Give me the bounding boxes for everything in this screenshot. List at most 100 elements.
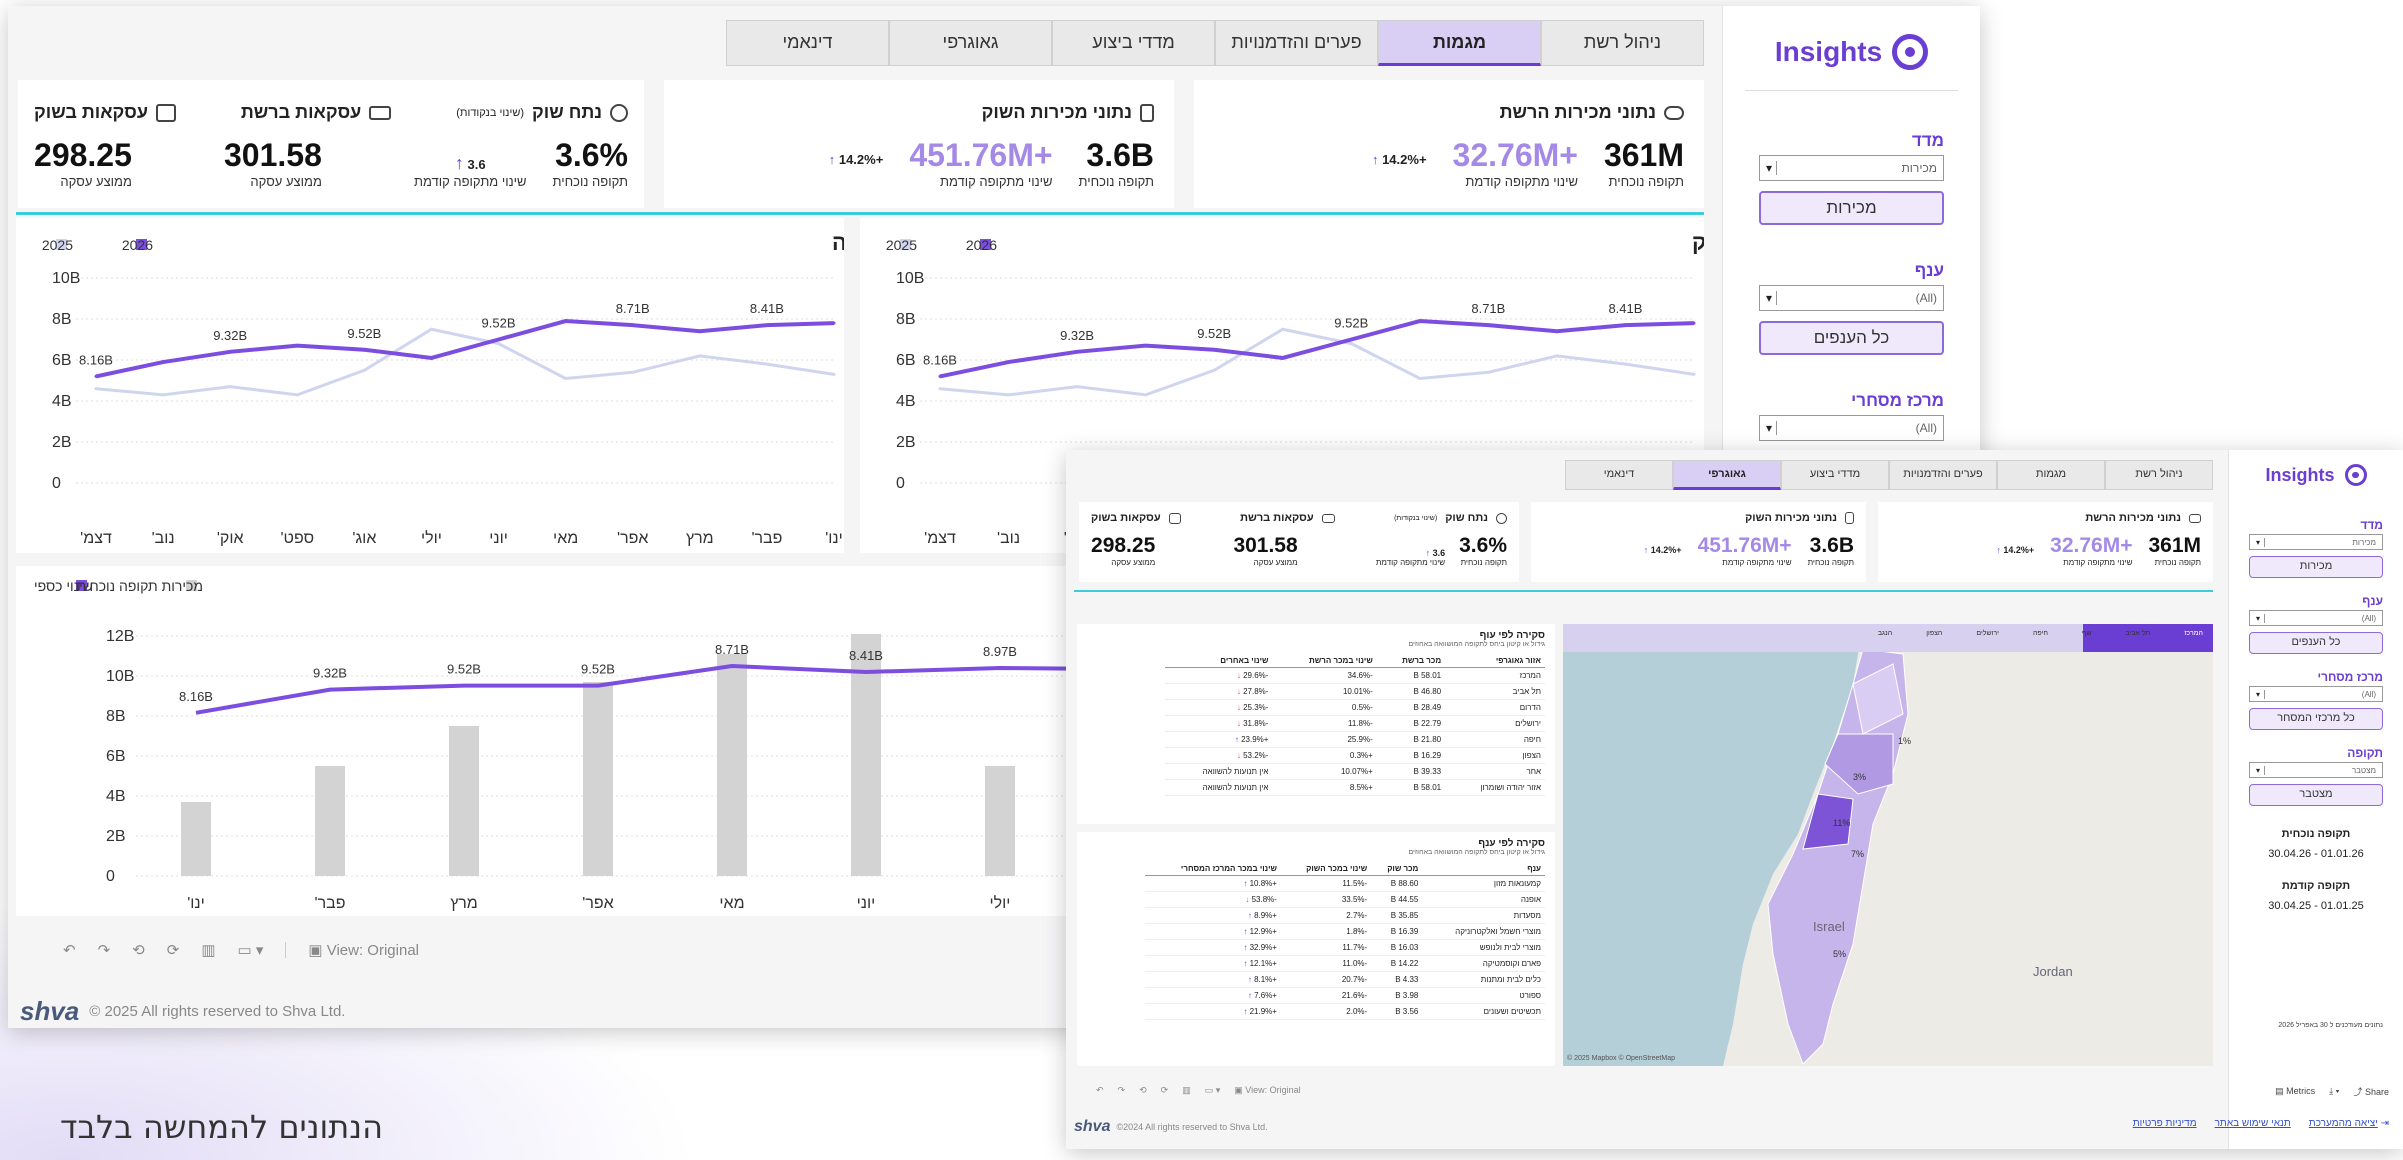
tab-2[interactable]: פערים והזדמנויות bbox=[1889, 460, 1997, 490]
branch-select-2[interactable]: (All) ▾ bbox=[2249, 610, 2383, 626]
table-row[interactable]: כלים לבית ומתנות 4.33 B -20.7% +8.1% ↑ bbox=[1145, 971, 1545, 988]
coins-icon bbox=[2189, 513, 2201, 523]
y-tick-label: 8B bbox=[896, 311, 916, 328]
cell-text: -21.6% bbox=[1341, 991, 1368, 1000]
arrow-up-icon: ↑ bbox=[828, 152, 836, 167]
tab-3[interactable]: מדדי ביצוע bbox=[1052, 20, 1215, 66]
table-row[interactable]: תכשיטים ושעונים 3.56 B -2.0% +21.9% ↑ bbox=[1145, 1003, 1545, 1020]
table-row[interactable]: אופנה 44.55 B -33.5% -53.8% ↓ bbox=[1145, 891, 1545, 908]
table-row[interactable]: פארם וקוסמטיקה 14.22 B -11.0% +12.1% ↑ bbox=[1145, 955, 1545, 972]
x-tick-label: פבר' bbox=[751, 530, 782, 547]
redo-icon[interactable]: ↷ bbox=[1118, 1085, 1126, 1096]
revert-icon[interactable]: ⟲ bbox=[1139, 1085, 1147, 1096]
tab-0[interactable]: ניהול רשת bbox=[1541, 20, 1704, 66]
pause-icon[interactable]: ▥ bbox=[1182, 1085, 1191, 1096]
period-select[interactable]: מצטבר ▾ bbox=[2249, 762, 2383, 778]
logout-link[interactable]: ⇥ יציאה מהמערכת bbox=[2309, 1118, 2389, 1129]
map-label: 7% bbox=[1851, 849, 1865, 859]
period-button[interactable]: מצטבר bbox=[2249, 784, 2383, 806]
map-region-tab[interactable]: ירושלים bbox=[1976, 630, 1999, 637]
table-cell: -27.8% ↓ bbox=[1165, 683, 1273, 700]
table-row[interactable]: קמעונאות מזון 88.60 B -11.5% +10.8% ↑ bbox=[1145, 875, 1545, 892]
undo-icon[interactable]: ↶ bbox=[1096, 1085, 1104, 1096]
device-icon[interactable]: ▭ ▾ bbox=[238, 941, 264, 959]
table-row[interactable]: המרכז 58.01 B -34.6% -29.6% ↓ bbox=[1165, 667, 1545, 684]
kpi-deals-title-2: עסקאות ברשת bbox=[1240, 512, 1335, 524]
center-button-2[interactable]: כל מרכזי המסחר bbox=[2249, 708, 2383, 730]
table-row[interactable]: אזור יהודה ושומרון 58.01 B +8.5% אין תנועות… bbox=[1165, 779, 1545, 796]
map-region-tab[interactable]: תל אביב bbox=[2125, 630, 2150, 637]
series-line-2026 bbox=[95, 319, 835, 379]
branch-button[interactable]: כל הענפים bbox=[1759, 321, 1944, 355]
metric-select[interactable]: מכירות ▾ bbox=[1759, 155, 1944, 181]
legend-label: 2025 bbox=[42, 237, 73, 253]
metrics-button[interactable]: ▤ Metrics bbox=[2275, 1086, 2315, 1097]
tab-0[interactable]: ניהול רשת bbox=[2105, 460, 2213, 490]
map-region-tab[interactable]: המרכז bbox=[2184, 630, 2203, 637]
shopping-bag-icon bbox=[1140, 103, 1154, 122]
data-point bbox=[1623, 362, 1627, 366]
cell-text: +12.9% bbox=[1249, 927, 1277, 936]
tab-1[interactable]: מגמות bbox=[1378, 20, 1541, 66]
x-tick-label: אוג' bbox=[352, 530, 376, 547]
tab-5[interactable]: דינאמי bbox=[726, 20, 889, 66]
map-tab-active[interactable] bbox=[2083, 624, 2213, 652]
footer-copyright: © 2025 All rights reserved to Shva Ltd. bbox=[89, 1003, 346, 1020]
cell-text: +23.9% bbox=[1241, 735, 1269, 744]
device-icon[interactable]: ▭ ▾ bbox=[1205, 1085, 1221, 1096]
tab-2[interactable]: פערים והזדמנויות bbox=[1215, 20, 1378, 66]
privacy-link[interactable]: מדיניות פרטיות bbox=[2133, 1118, 2197, 1129]
metric-select-2[interactable]: מכירות ▾ bbox=[2249, 534, 2383, 550]
kpi-market-pct: +14.2% ↑ bbox=[829, 152, 884, 189]
branch-button-2[interactable]: כל הענפים bbox=[2249, 632, 2383, 654]
table-row[interactable]: מוצרי לבית ולנופש 16.03 B -11.7% +32.9% ↑ bbox=[1145, 939, 1545, 956]
table-row[interactable]: אחר 39.33 B +10.07% אין תנועות להשוואה bbox=[1165, 763, 1545, 780]
footer: shva © 2025 All rights reserved to Shva … bbox=[20, 996, 345, 1027]
table-row[interactable]: ירושלים 22.79 B -11.8% -31.8% ↓ bbox=[1165, 715, 1545, 732]
metric-button-2[interactable]: מכירות bbox=[2249, 556, 2383, 578]
table-row[interactable]: ספורט 3.98 B -21.6% +7.6% ↑ bbox=[1145, 987, 1545, 1004]
pause-icon[interactable]: ▥ bbox=[201, 941, 215, 959]
data-point bbox=[1212, 368, 1216, 372]
data-label: 8.41B bbox=[750, 301, 784, 316]
refresh-icon[interactable]: ⟳ bbox=[1161, 1085, 1169, 1096]
terms-link[interactable]: תנאי שימוש באתר bbox=[2215, 1118, 2291, 1129]
x-tick-label: אפר' bbox=[582, 895, 613, 912]
metric-button[interactable]: מכירות bbox=[1759, 191, 1944, 225]
map-region-tab[interactable]: הצפון bbox=[1926, 630, 1942, 637]
tab-5[interactable]: דינאמי bbox=[1565, 460, 1673, 490]
table-cell: +23.9% ↑ bbox=[1165, 731, 1273, 748]
map-region-tab[interactable]: חיפה bbox=[2033, 630, 2048, 637]
download-button[interactable]: ⤓ ▾ bbox=[2329, 1086, 2339, 1097]
branch-select[interactable]: (All) ▾ bbox=[1759, 285, 1944, 311]
table-row[interactable]: מסעדות 35.85 B -2.7% +8.9% ↑ bbox=[1145, 907, 1545, 924]
center-select[interactable]: (All) ▾ bbox=[1759, 415, 1944, 441]
table-cell: תל אביב bbox=[1445, 683, 1545, 700]
view-original-button-2[interactable]: ▣ View: Original bbox=[1234, 1085, 1300, 1096]
redo-icon[interactable]: ↷ bbox=[98, 941, 111, 959]
table-row[interactable]: חיפה 21.80 B -25.9% +23.9% ↑ bbox=[1165, 731, 1545, 748]
data-label: 8.16B bbox=[79, 352, 113, 367]
map-region-tab[interactable]: הנגב bbox=[1878, 630, 1892, 637]
table-row[interactable]: מוצרי חשמל ואלקטרוניקה 16.39 B -1.8% +12.9%… bbox=[1145, 923, 1545, 940]
tab-4[interactable]: גאוגרפי bbox=[1673, 460, 1781, 490]
arrow-up-icon: ↑ bbox=[1371, 152, 1379, 167]
table-row[interactable]: תל אביב 46.80 B -10.01% -27.8% ↓ bbox=[1165, 683, 1545, 700]
y-tick-label: 6B bbox=[106, 748, 126, 765]
table-row[interactable]: הדרום 28.49 B -0.5% -25.3% ↓ bbox=[1165, 699, 1545, 716]
revert-icon[interactable]: ⟲ bbox=[132, 941, 145, 959]
table-row[interactable]: הצפון 16.29 B +0.3% -53.2% ↓ bbox=[1165, 747, 1545, 764]
view-original-button[interactable]: ▣ View: Original bbox=[308, 941, 419, 959]
y-tick-label: 4B bbox=[106, 788, 126, 805]
undo-icon[interactable]: ↶ bbox=[63, 941, 76, 959]
refresh-icon[interactable]: ⟳ bbox=[167, 941, 180, 959]
share-button[interactable]: ⤴ Share bbox=[2353, 1085, 2389, 1098]
data-point bbox=[1692, 372, 1696, 376]
tab-4[interactable]: גאוגרפי bbox=[889, 20, 1052, 66]
center-select-2[interactable]: (All) ▾ bbox=[2249, 686, 2383, 702]
israel-map[interactable]: Israel Jordan 1% 3% 11% 7% 5% © 2025 Mapbox © … bbox=[1563, 624, 2213, 1066]
brand-logo: Insights bbox=[1723, 34, 1980, 70]
map-region-tab[interactable]: שף bbox=[2082, 630, 2091, 637]
tab-3[interactable]: מדדי ביצוע bbox=[1781, 460, 1889, 490]
tab-1[interactable]: מגמות bbox=[1997, 460, 2105, 490]
